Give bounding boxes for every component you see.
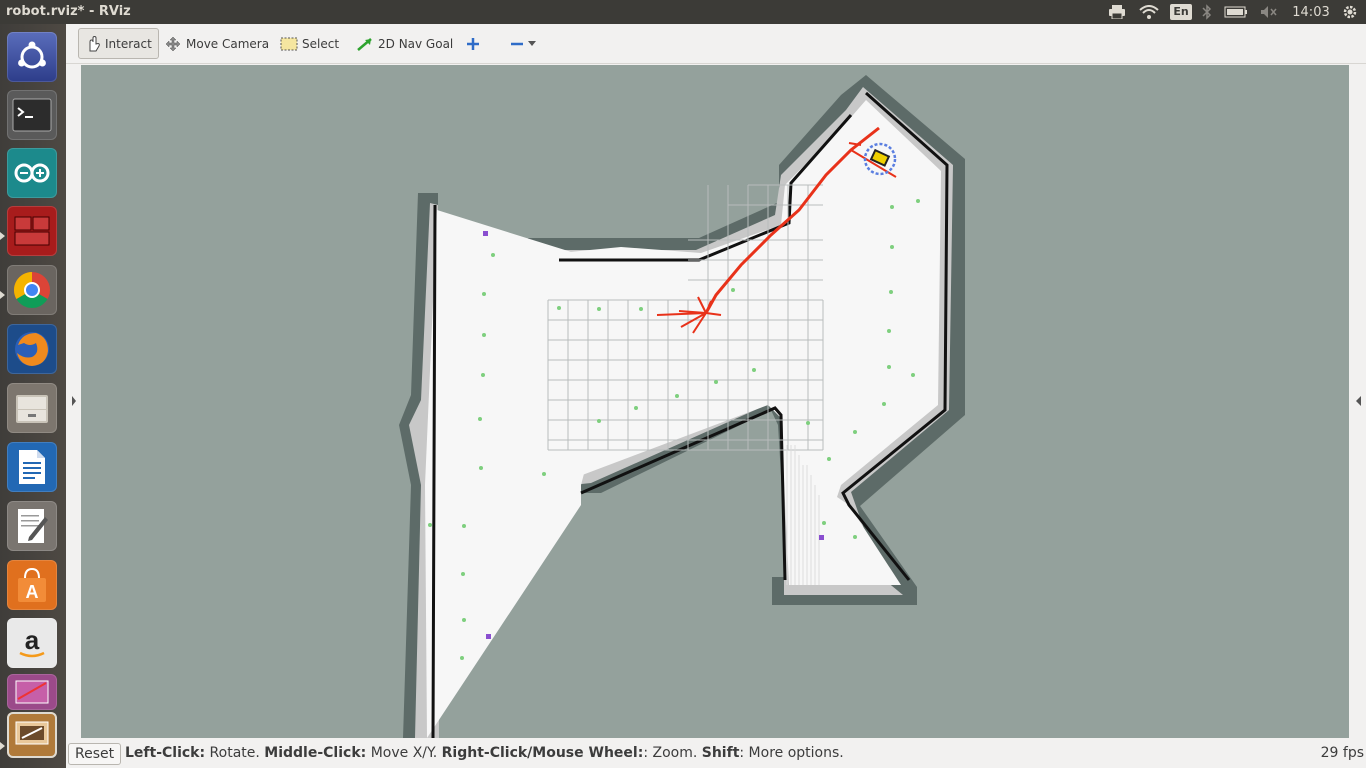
battery-icon[interactable]: [1222, 2, 1250, 22]
minus-icon: [511, 42, 523, 45]
reset-button[interactable]: Reset: [68, 743, 122, 765]
window-title: robot.rviz* - RViz: [6, 4, 131, 19]
hand-pointer-icon: [89, 35, 100, 51]
firefox-icon[interactable]: [7, 324, 57, 374]
launcher: A a: [0, 24, 66, 768]
hint-more: : More options.: [739, 745, 844, 761]
files-icon[interactable]: [7, 383, 57, 433]
chevron-left-icon: [1356, 396, 1361, 406]
amazon-icon[interactable]: a: [7, 618, 57, 668]
chevron-right-icon: [72, 396, 76, 406]
svg-text:a: a: [25, 625, 40, 655]
hint-zoom: : Zoom.: [643, 745, 702, 761]
text-editor-icon[interactable]: [7, 501, 57, 551]
plus-icon: [467, 37, 479, 50]
software-center-icon[interactable]: A: [7, 560, 57, 610]
nav-goal-tool-button[interactable]: 2D Nav Goal: [350, 28, 459, 59]
interact-tool-button[interactable]: Interact: [78, 28, 159, 59]
running-indicator: [0, 742, 5, 750]
hint-middle-click: Middle-Click:: [264, 745, 367, 761]
move-camera-label: Move Camera: [186, 36, 270, 51]
remove-tool-button[interactable]: [504, 28, 546, 59]
arduino-icon[interactable]: [7, 148, 57, 198]
terminator-icon[interactable]: [7, 206, 57, 256]
fps-counter: 29 fps: [1320, 745, 1364, 761]
select-label: Select: [302, 36, 340, 51]
top-panel: robot.rviz* - RViz En 14:03: [0, 0, 1366, 24]
select-tool-button[interactable]: Select: [274, 28, 345, 59]
workspace-switcher-icon[interactable]: [7, 674, 57, 710]
right-panel-collapse-strip[interactable]: [1350, 64, 1366, 740]
volume-muted-icon[interactable]: [1258, 2, 1280, 22]
left-panel-collapse-strip[interactable]: [66, 64, 80, 740]
hint-left-click: Left-Click:: [125, 745, 206, 761]
chevron-down-icon: [528, 40, 536, 46]
rviz-toolbar: Interact Move Camera Select 2D Nav Goal: [66, 24, 1366, 64]
add-tool-button[interactable]: [460, 28, 490, 59]
status-hint: Left-Click: Rotate. Middle-Click: Move X…: [125, 745, 844, 761]
free-space: [425, 100, 941, 738]
svg-text:A: A: [26, 582, 39, 602]
status-bar: Reset Left-Click: Rotate. Middle-Click: …: [66, 740, 1366, 768]
clock[interactable]: 14:03: [1290, 2, 1332, 22]
green-arrow-icon: [357, 37, 372, 51]
hint-shift: Shift: [701, 745, 740, 761]
hint-right-click: Right-Click/Mouse Wheel:: [441, 745, 644, 761]
rviz-icon[interactable]: [7, 712, 57, 758]
printer-icon[interactable]: [1107, 2, 1127, 22]
session-gear-icon[interactable]: [1340, 2, 1360, 22]
keyboard-language-indicator[interactable]: En: [1170, 2, 1192, 22]
running-indicator: [0, 232, 5, 240]
occupancy-map: [399, 75, 965, 738]
interact-label: Interact: [105, 36, 152, 51]
hint-move: Move X/Y.: [366, 745, 442, 761]
ubuntu-dash-icon[interactable]: [7, 32, 57, 82]
bluetooth-icon[interactable]: [1199, 2, 1215, 22]
terminal-icon[interactable]: [7, 90, 57, 140]
render-viewport[interactable]: [81, 65, 1349, 738]
select-rectangle-icon: [280, 37, 298, 50]
writer-icon[interactable]: [7, 442, 57, 492]
nav-goal-label: 2D Nav Goal: [378, 36, 454, 51]
chrome-icon[interactable]: [7, 265, 57, 315]
move-camera-icon: [165, 36, 181, 51]
hint-rotate: Rotate.: [205, 745, 265, 761]
running-indicator: [0, 291, 5, 299]
move-camera-tool-button[interactable]: Move Camera: [158, 28, 275, 59]
wifi-icon[interactable]: [1137, 2, 1161, 22]
